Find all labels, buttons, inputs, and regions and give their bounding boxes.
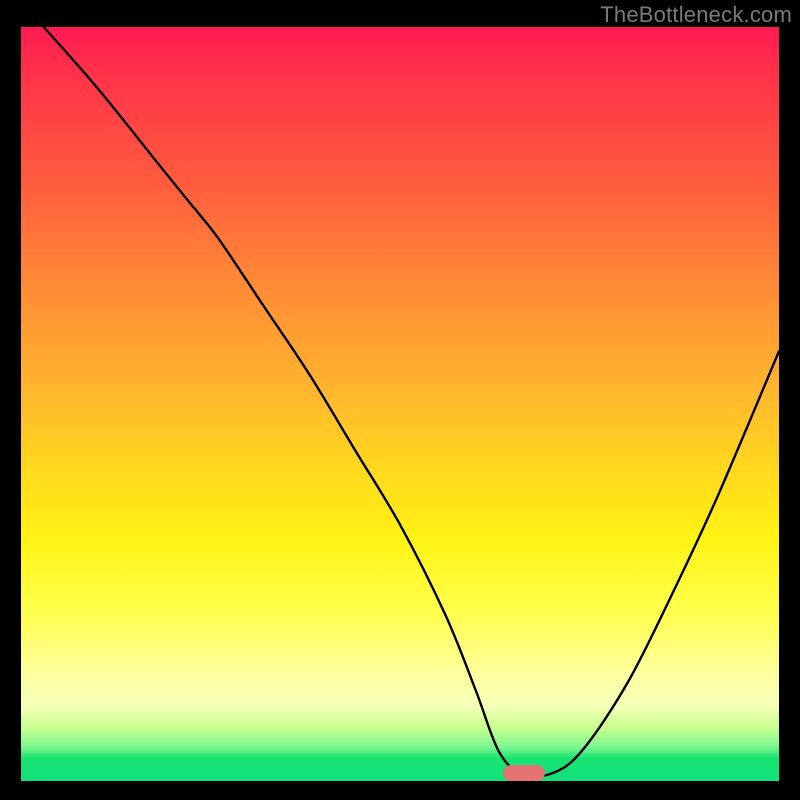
plot-area — [21, 27, 779, 781]
attribution-watermark: TheBottleneck.com — [600, 2, 792, 28]
optimal-point-marker — [503, 765, 545, 781]
curve-path — [44, 27, 779, 776]
bottleneck-curve — [21, 27, 779, 781]
chart-frame: TheBottleneck.com — [0, 0, 800, 800]
